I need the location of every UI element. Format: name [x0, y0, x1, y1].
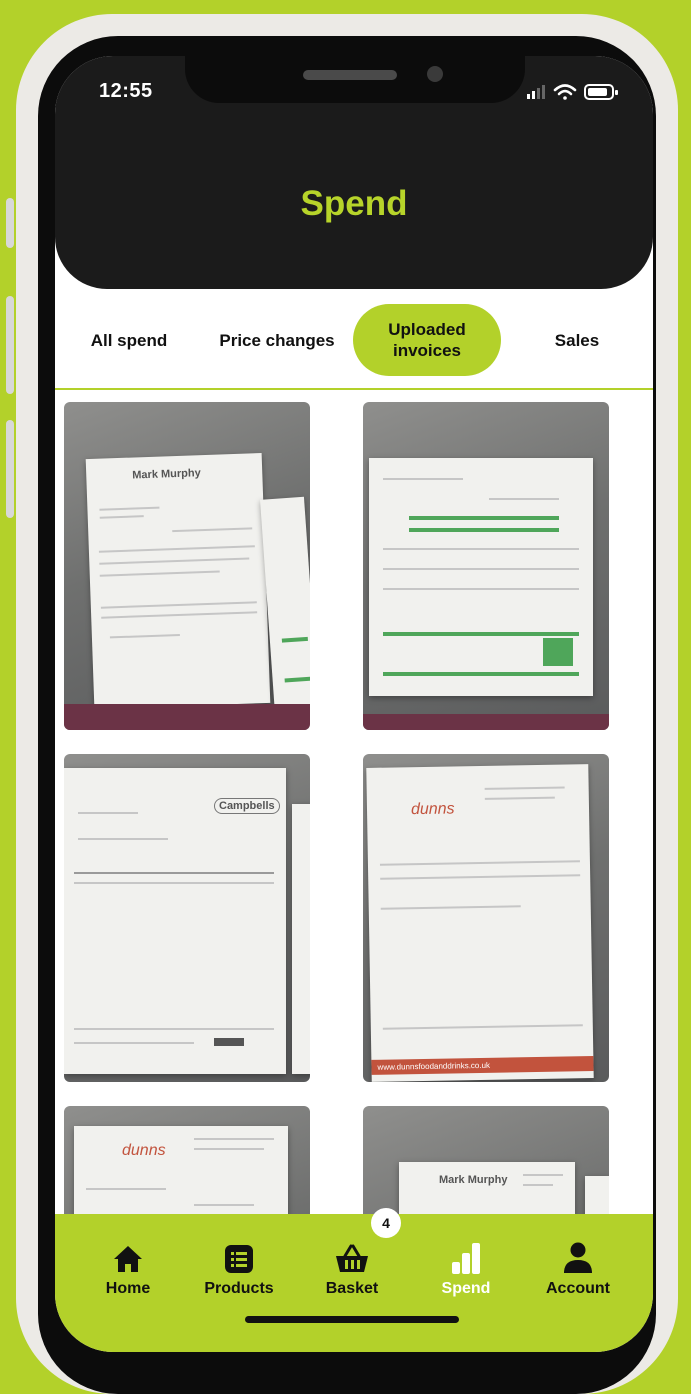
cellular-signal-icon [527, 85, 545, 99]
invoice-grid: Mark Murphy Campbells dunns www.dunnsfoo… [55, 402, 653, 1222]
app-header: 12:55 Spend [55, 56, 653, 289]
tab-all-spend[interactable]: All spend [77, 304, 181, 376]
app-screen: 12:55 Spend All spend Price changes Uplo… [55, 56, 653, 1352]
basket-count-badge: 4 [371, 1208, 401, 1238]
page-title: Spend [300, 184, 408, 223]
battery-icon [584, 84, 618, 100]
spend-tabs: All spend Price changes Uploaded invoice… [55, 304, 653, 388]
status-time: 12:55 [99, 80, 153, 102]
nav-products-label: Products [204, 1280, 274, 1297]
front-camera [427, 66, 443, 82]
nav-basket[interactable]: Basket [297, 1240, 407, 1298]
status-icons [525, 82, 625, 107]
wifi-icon [553, 84, 577, 100]
invoice-logo: Campbells [214, 798, 280, 814]
nav-account-label: Account [546, 1280, 610, 1297]
home-indicator[interactable] [245, 1316, 459, 1323]
invoice-thumbnail[interactable]: Mark Murphy [64, 402, 310, 730]
invoice-thumbnail[interactable]: dunns [64, 1106, 310, 1222]
tab-sales[interactable]: Sales [535, 304, 619, 376]
nav-account[interactable]: Account [523, 1240, 633, 1298]
invoice-logo: dunns [122, 1142, 166, 1159]
person-icon [564, 1242, 592, 1273]
invoice-logo: dunns [410, 800, 455, 819]
speaker-grille [303, 70, 397, 80]
volume-up-button [6, 296, 14, 394]
invoice-footer: www.dunnsfoodanddrinks.co.uk [371, 1056, 594, 1075]
invoice-thumbnail[interactable]: Mark Murphy [363, 1106, 609, 1222]
nav-spend[interactable]: Spend [411, 1240, 521, 1298]
nav-home[interactable]: Home [73, 1240, 183, 1298]
tab-price-changes[interactable]: Price changes [211, 304, 343, 376]
basket-icon [336, 1244, 368, 1272]
home-icon [114, 1246, 142, 1272]
invoice-thumbnail[interactable]: Campbells [64, 754, 310, 1082]
nav-basket-label: Basket [325, 1280, 379, 1297]
device-notch [185, 56, 525, 103]
tab-uploaded-invoices-label: Uploaded invoices [388, 320, 466, 360]
nav-spend-label: Spend [441, 1280, 491, 1297]
mute-switch [6, 198, 14, 248]
invoice-thumbnail[interactable]: dunns www.dunnsfoodanddrinks.co.uk [363, 754, 609, 1082]
volume-down-button [6, 420, 14, 518]
list-icon [225, 1245, 253, 1273]
invoice-logo: Mark Murphy [439, 1174, 508, 1186]
bottom-navigation: Home Products Basket 4 Spend Account [55, 1208, 653, 1352]
nav-home-label: Home [105, 1280, 151, 1297]
nav-products[interactable]: Products [184, 1240, 294, 1298]
invoice-logo: Mark Murphy [132, 467, 201, 482]
tabs-divider [55, 388, 653, 390]
bar-chart-icon [452, 1243, 480, 1274]
invoice-thumbnail[interactable] [363, 402, 609, 730]
tab-uploaded-invoices[interactable]: Uploaded invoices [353, 304, 501, 376]
